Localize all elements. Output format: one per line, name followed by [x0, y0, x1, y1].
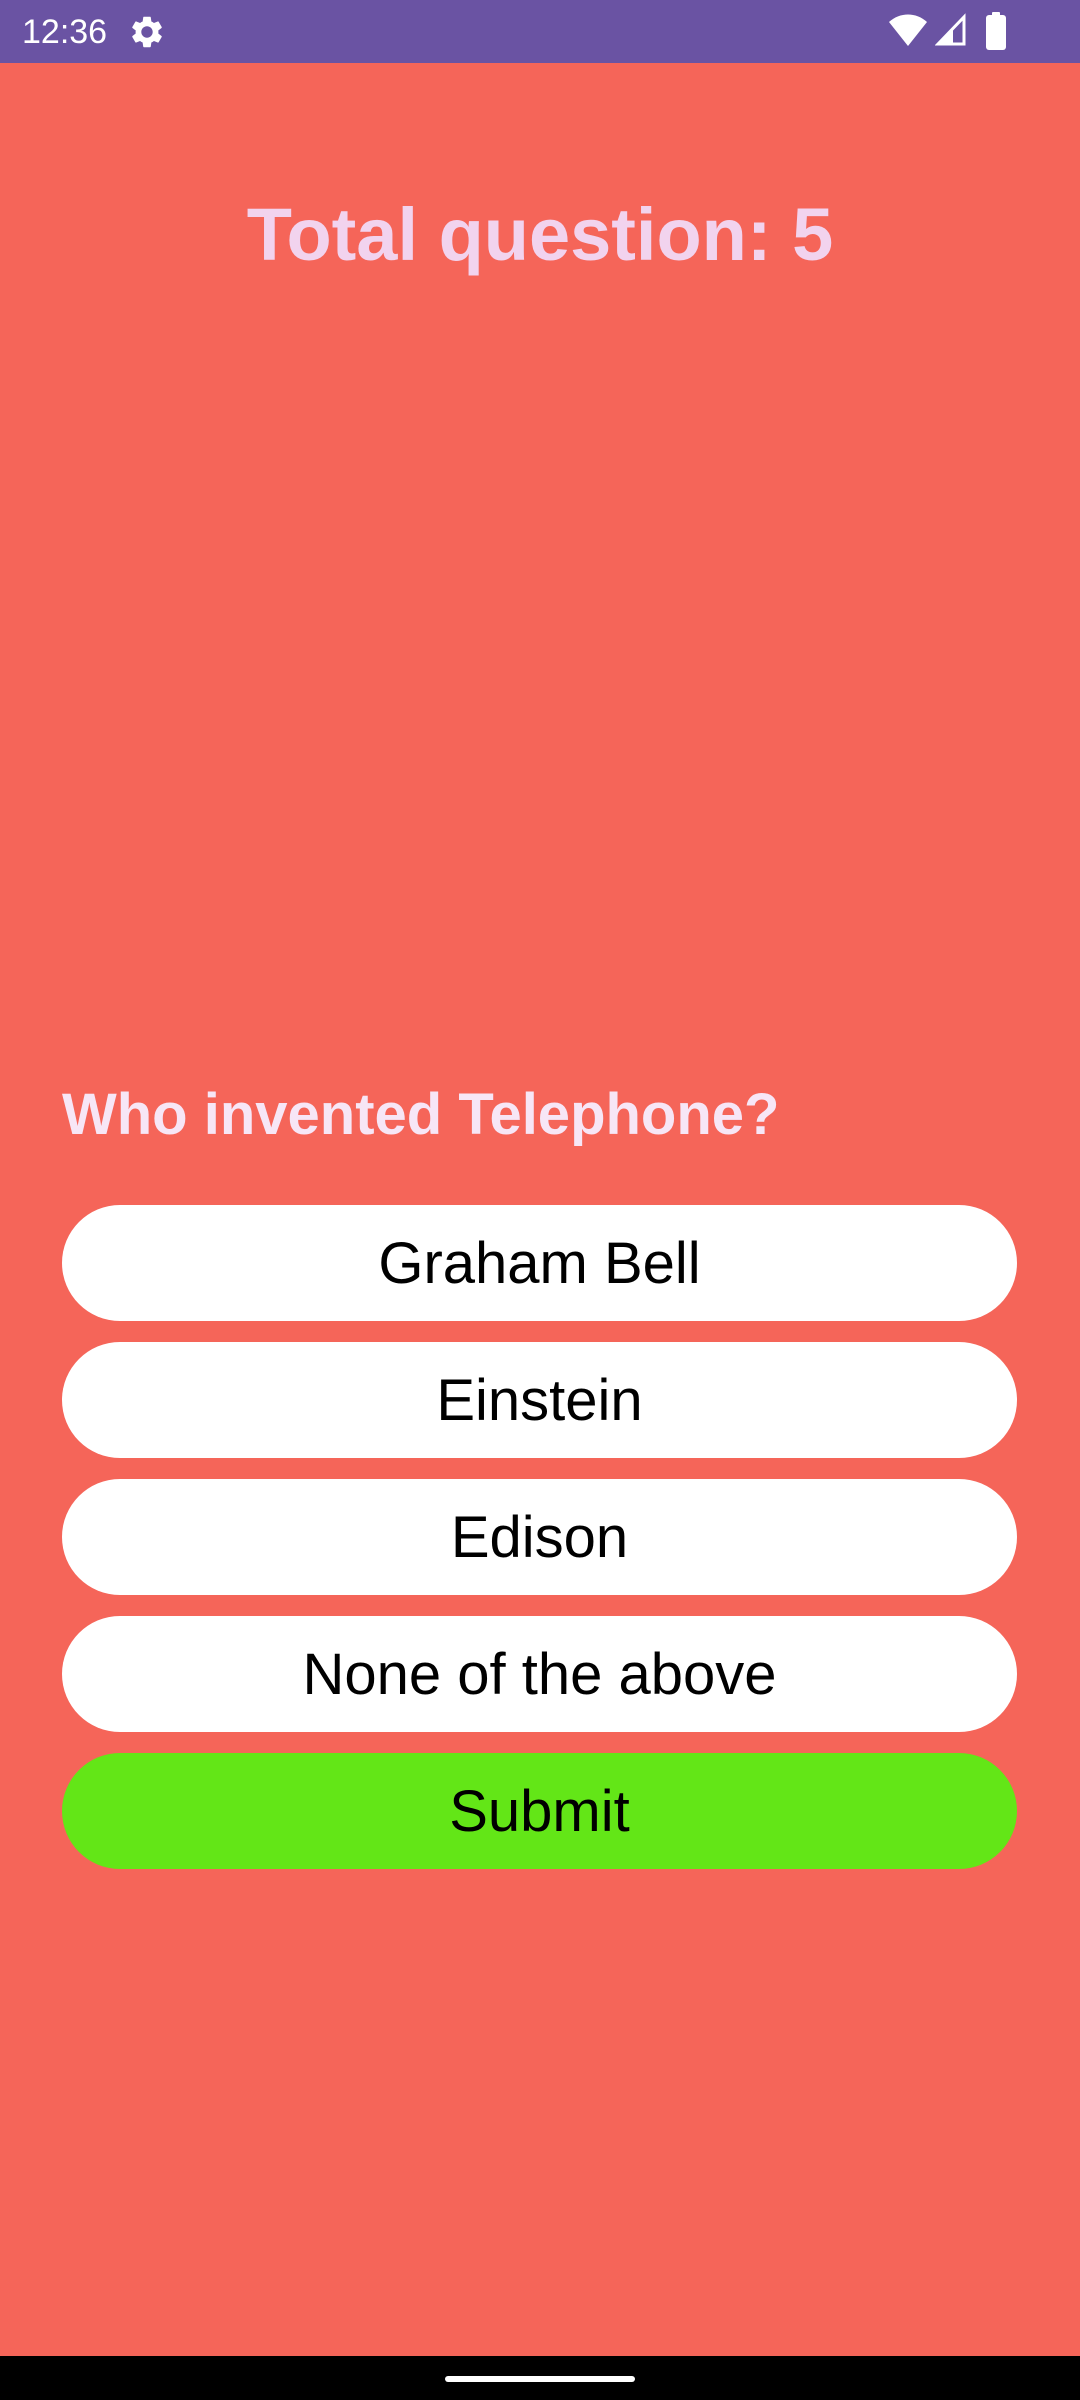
submit-button[interactable]: Submit: [62, 1753, 1017, 1869]
navigation-bar: [0, 2356, 1080, 2400]
answer-option-einstein[interactable]: Einstein: [62, 1342, 1017, 1458]
status-bar: 12:36: [0, 0, 1080, 63]
total-question-title: Total question: 5: [246, 193, 834, 276]
answer-option-none-of-the-above[interactable]: None of the above: [62, 1616, 1017, 1732]
status-time: 12:36: [22, 13, 108, 51]
home-gesture-handle[interactable]: [445, 2376, 635, 2382]
signal-icon: [935, 13, 966, 46]
battery-icon: [986, 12, 1006, 50]
settings-icon: [132, 16, 162, 48]
wifi-icon: [889, 14, 927, 46]
answer-option-edison[interactable]: Edison: [62, 1479, 1017, 1595]
answer-option-graham-bell[interactable]: Graham Bell: [62, 1205, 1017, 1321]
question-text: Who invented Telephone?: [62, 1082, 780, 1147]
